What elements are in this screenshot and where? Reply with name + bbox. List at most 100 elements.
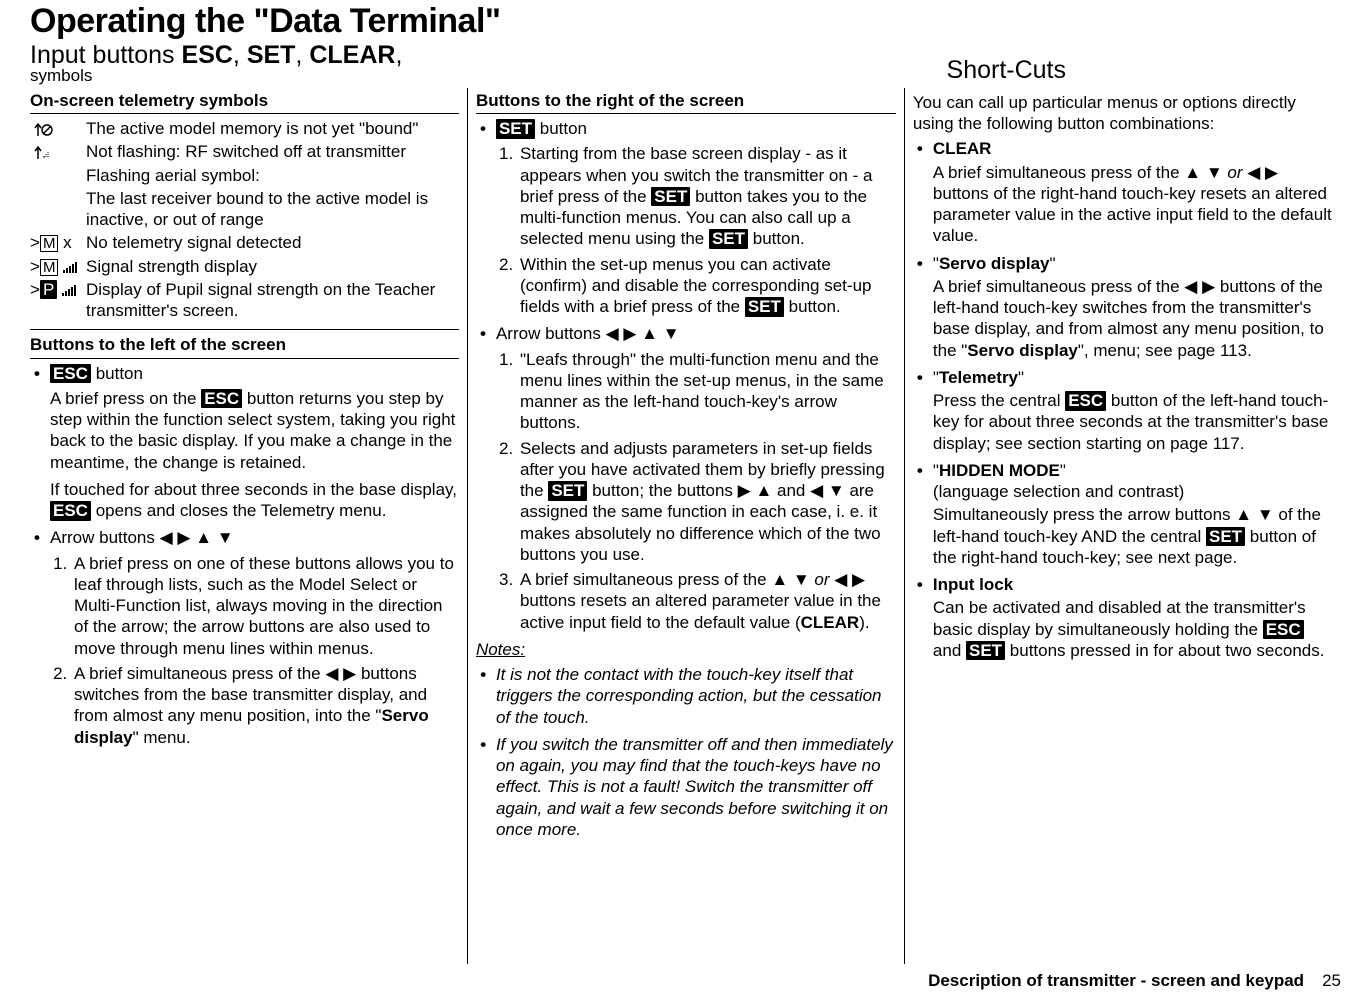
text: A brief simultaneous press of the [933, 277, 1184, 296]
text: A brief simultaneous press of the [74, 664, 325, 683]
text: " menu. [133, 728, 191, 747]
tel-head: Telemetry [939, 368, 1018, 387]
m-x-icon: >M x [30, 232, 86, 255]
table-row: >P Display of Pupil signal strength on t… [30, 279, 459, 324]
arrow-lr: ◀ ▶ [325, 664, 356, 683]
esc-inline: ESC [50, 501, 91, 521]
hm-body: Simultaneously press the arrow buttons ▲… [933, 504, 1333, 568]
arrow-lr: ◀ ▶ [1247, 163, 1278, 182]
column-right: You can call up particular menus or opti… [904, 88, 1341, 964]
arrow-glyphs: ◀ ▶ ▲ ▼ [606, 324, 680, 343]
list-item-hidden-mode: "HIDDEN MODE" (language selection and co… [913, 460, 1333, 568]
arrow-lr: ◀ ▶ [1184, 277, 1215, 296]
text: Simultaneously press the arrow buttons [933, 505, 1235, 524]
subtitle-block: Input buttons ESC, SET, CLEAR, symbols [30, 42, 402, 86]
arrow-ru: ▶ ▲ [738, 481, 773, 500]
symbol-text: The active model memory is not yet "boun… [86, 118, 459, 141]
page: Operating the "Data Terminal" Input butt… [0, 0, 1371, 999]
symbol-text: Flashing aerial symbol: [86, 165, 459, 188]
columns: On-screen telemetry symbols The active m… [30, 88, 1341, 964]
esc-inline: ESC [201, 389, 242, 409]
right-buttons-list: SET button Starting from the base screen… [476, 118, 896, 633]
table-row: The last receiver bound to the active mo… [30, 188, 459, 233]
m-bars-icon: >M [30, 256, 86, 279]
p-bars-icon: >P [30, 279, 86, 324]
footer-label: Description of transmitter - screen and … [928, 970, 1304, 991]
text: ). [859, 613, 869, 632]
arrow-ld: ◀ ▼ [810, 481, 845, 500]
arrow-ud: ▲ ▼ [1235, 505, 1273, 524]
arrow-r-sub-2: Selects and adjusts parameters in set-up… [518, 438, 896, 566]
arrow-r-sub-3: A brief simultaneous press of the ▲ ▼ or… [518, 569, 896, 633]
servo-bold: Servo display [967, 341, 1078, 360]
empty-icon [30, 165, 86, 188]
table-row: Flashing aerial symbol: [30, 165, 459, 188]
arrow-sublist: A brief press on one of these buttons al… [50, 553, 459, 748]
table-row: >M Signal strength display [30, 256, 459, 279]
arrow-ud: ▲ ▼ [771, 570, 809, 589]
set-inline: SET [745, 297, 784, 317]
symbols-table: The active model memory is not yet "boun… [30, 118, 459, 323]
esc-button-label: ESC [50, 364, 91, 384]
section-head-right-buttons: Buttons to the right of the screen [476, 88, 896, 114]
notes-heading: Notes: [476, 639, 896, 660]
set-button-label: SET [496, 119, 535, 139]
section-head-symbols: On-screen telemetry symbols [30, 88, 459, 114]
subtitle-suffix: , [395, 41, 402, 69]
arrow-label: Arrow buttons [496, 324, 606, 343]
text: If touched for about three seconds in th… [50, 480, 457, 499]
symbol-text: Display of Pupil signal strength on the … [86, 279, 459, 324]
text: and [772, 481, 810, 500]
list-item-telemetry: "Telemetry" Press the central ESC button… [913, 367, 1333, 454]
set-sublist: Starting from the base screen display - … [496, 143, 896, 317]
arrow-r-sublist: "Leafs through" the multi-function menu … [496, 349, 896, 633]
table-row: The active model memory is not yet "boun… [30, 118, 459, 141]
table-row: >M x No telemetry signal detected [30, 232, 459, 255]
il-head: Input lock [933, 575, 1013, 594]
set-inline: SET [1206, 527, 1245, 547]
set-sub-1: Starting from the base screen display - … [518, 143, 896, 249]
set-inline: SET [966, 641, 1005, 661]
tel-body: Press the central ESC button of the left… [933, 390, 1333, 454]
column-middle: Buttons to the right of the screen SET b… [467, 88, 904, 964]
page-footer: Description of transmitter - screen and … [30, 964, 1341, 999]
esc-inline: ESC [1263, 620, 1304, 640]
list-item-servo: "Servo display" A brief simultaneous pre… [913, 253, 1333, 361]
empty-icon [30, 188, 86, 233]
column-left: On-screen telemetry symbols The active m… [30, 88, 467, 964]
note-2: If you switch the transmitter off and th… [476, 734, 896, 840]
antenna-off-icon [30, 141, 86, 164]
esc-para1: A brief press on the ESC button returns … [50, 388, 459, 473]
text: A brief press on the [50, 389, 201, 408]
divider [30, 329, 459, 330]
arrow-label: Arrow buttons [50, 528, 160, 547]
text: Press the central [933, 391, 1065, 410]
table-row: Not flashing: RF switched off at transmi… [30, 141, 459, 164]
note-1: It is not the contact with the touch-key… [476, 664, 896, 728]
list-item-clear: CLEAR A brief simultaneous press of the … [913, 138, 1333, 246]
text: button; the buttons [587, 481, 737, 500]
arrow-lr: ◀ ▶ [834, 570, 865, 589]
subtitle-prefix: Input buttons [30, 41, 182, 69]
arrow-sub-2: A brief simultaneous press of the ◀ ▶ bu… [72, 663, 459, 748]
text: ", menu; see page 113. [1078, 341, 1252, 360]
text: opens and closes the Telemetry menu. [91, 501, 386, 520]
text: button. [748, 229, 805, 248]
page-header: Operating the "Data Terminal" Input butt… [30, 0, 1341, 86]
shortcuts-list: CLEAR A brief simultaneous press of the … [913, 138, 1333, 661]
list-item-set: SET button Starting from the base screen… [476, 118, 896, 317]
text: and [933, 641, 966, 660]
footer-page: 25 [1322, 970, 1341, 991]
set-label-suffix: button [535, 119, 587, 138]
text: buttons of the right-hand touch-key rese… [933, 184, 1332, 246]
section-head-left-buttons: Buttons to the left of the screen [30, 332, 459, 358]
arrow-sub-1: A brief press on one of these buttons al… [72, 553, 459, 659]
list-item-arrows: Arrow buttons ◀ ▶ ▲ ▼ A brief press on o… [30, 527, 459, 748]
text: A brief simultaneous press of the [933, 163, 1184, 182]
text: A brief simultaneous press of the [520, 570, 771, 589]
subtitle-btn-clear: CLEAR [309, 41, 395, 69]
clear-bold: CLEAR [801, 613, 860, 632]
text: button. [784, 297, 841, 316]
hm-head: HIDDEN MODE [939, 461, 1060, 480]
servo-body: A brief simultaneous press of the ◀ ▶ bu… [933, 276, 1333, 361]
